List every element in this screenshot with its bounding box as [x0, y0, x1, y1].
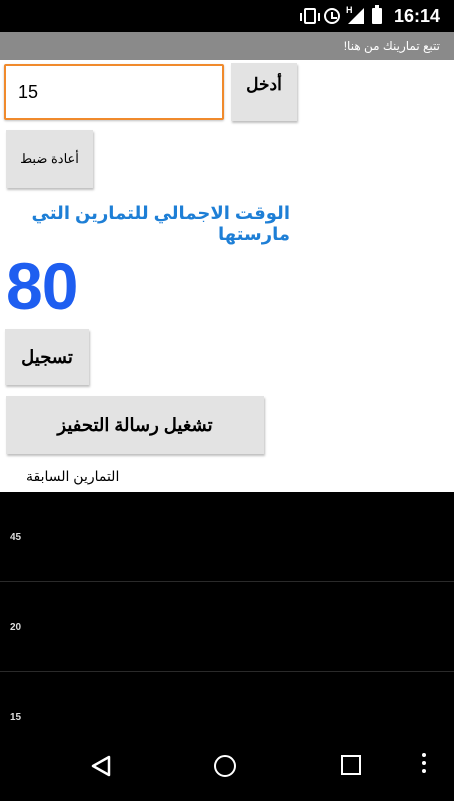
overflow-menu-icon[interactable] — [422, 753, 426, 777]
list-item-value: 15 — [10, 712, 22, 723]
network-type: H — [345, 5, 353, 15]
app-title-bar: تتبع تمارينك من هنا! — [0, 32, 454, 60]
battery-icon — [371, 5, 382, 24]
total-time-value: 80 — [6, 249, 78, 323]
enter-button[interactable]: أدخل — [231, 63, 297, 121]
signal-icon: H — [345, 5, 364, 24]
alarm-icon — [323, 8, 340, 24]
back-icon[interactable] — [90, 755, 112, 777]
list-item-value: 45 — [10, 532, 22, 543]
recents-icon[interactable] — [341, 755, 361, 775]
total-time-label: الوقت الاجمالي للتمارين التي مارستها — [31, 203, 291, 244]
system-nav-bar — [0, 735, 454, 801]
home-icon[interactable] — [214, 755, 236, 777]
previous-exercises-label: التمارين السابقة — [26, 468, 120, 484]
app-title: تتبع تمارينك من هنا! — [343, 39, 440, 53]
minutes-input[interactable] — [4, 64, 224, 120]
reset-button[interactable]: أعادة ضبط — [6, 130, 93, 188]
status-clock: 16:14 — [393, 5, 440, 26]
record-button[interactable]: تسجيل — [5, 329, 89, 385]
list-item[interactable]: 20 — [0, 582, 454, 672]
vibrate-icon — [299, 8, 320, 24]
previous-exercises-list[interactable]: 45 20 15 — [0, 492, 454, 801]
list-item-value: 20 — [10, 622, 22, 633]
status-bar: H 16:14 — [0, 0, 454, 32]
status-icons: H 16:14 — [299, 5, 440, 26]
play-motivation-button[interactable]: تشغيل رسالة التحفيز — [6, 396, 264, 454]
list-item[interactable]: 45 — [0, 492, 454, 582]
